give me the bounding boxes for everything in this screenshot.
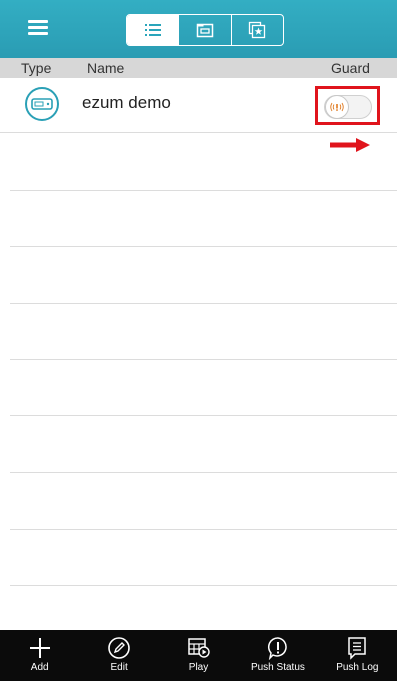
column-header: Type Name Guard <box>0 58 397 78</box>
row-divider <box>10 246 397 247</box>
list-icon <box>144 24 161 36</box>
tab-list[interactable] <box>127 15 179 45</box>
alert-bubble-icon <box>267 637 287 660</box>
row-divider <box>10 359 397 360</box>
view-segmented-control <box>126 14 284 46</box>
guard-toggle[interactable] <box>324 95 372 119</box>
tab-folder[interactable] <box>178 15 230 45</box>
push-log-button[interactable]: Push Log <box>318 630 397 681</box>
bottom-toolbar: Add Edit Play Push Status Push Log <box>0 630 397 681</box>
plus-icon <box>29 638 50 658</box>
column-guard: Guard <box>331 60 370 76</box>
edit-button[interactable]: Edit <box>79 630 158 681</box>
column-name: Name <box>87 60 125 76</box>
row-divider <box>10 472 397 473</box>
playback-icon <box>187 638 210 658</box>
row-divider <box>10 303 397 304</box>
push-status-button[interactable]: Push Status <box>238 630 317 681</box>
row-divider <box>10 585 397 586</box>
push-log-label: Push Log <box>336 662 379 673</box>
row-divider <box>10 190 397 191</box>
push-status-label: Push Status <box>250 662 305 673</box>
add-label: Add <box>30 662 49 673</box>
play-button[interactable]: Play <box>159 630 238 681</box>
top-bar <box>0 0 397 58</box>
log-icon <box>348 637 367 660</box>
menu-icon[interactable] <box>28 20 52 36</box>
star-icon <box>249 21 266 39</box>
row-divider <box>10 529 397 530</box>
pencil-icon <box>108 637 130 659</box>
device-row[interactable]: ezum demo <box>0 78 397 133</box>
edit-label: Edit <box>110 662 128 673</box>
tab-favorites[interactable] <box>230 15 283 45</box>
dvr-icon <box>25 87 59 121</box>
alarm-icon <box>325 95 349 119</box>
device-name: ezum demo <box>82 93 171 112</box>
red-arrow-icon <box>330 138 370 152</box>
folder-icon <box>196 23 214 38</box>
row-divider <box>10 415 397 416</box>
add-button[interactable]: Add <box>0 630 79 681</box>
play-label: Play <box>188 662 209 673</box>
column-type: Type <box>21 60 52 76</box>
guard-highlight-box <box>315 86 380 125</box>
